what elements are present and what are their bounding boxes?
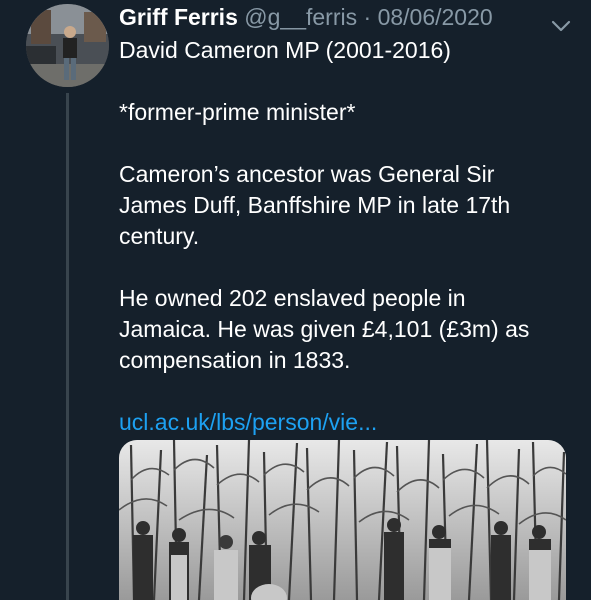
tweet-paragraph: *former-prime minister* <box>119 97 579 128</box>
sugarcane-photo <box>119 440 566 600</box>
tweet-line: Cameron’s ancestor was General Sir <box>119 161 495 187</box>
tweet-paragraph: He owned 202 enslaved people in Jamaica.… <box>119 283 579 376</box>
tweet-line: He owned 202 enslaved people in <box>119 285 466 311</box>
tweet-line: century. <box>119 223 200 249</box>
media-image[interactable] <box>119 440 566 600</box>
tweet-line: David Cameron MP (2001-2016) <box>119 37 451 63</box>
tweet-link[interactable]: ucl.ac.uk/lbs/person/vie... <box>119 409 377 435</box>
header-separator: · <box>363 4 372 30</box>
avatar[interactable] <box>26 4 109 87</box>
tweet-line: Jamaica. He was given £4,101 (£3m) as <box>119 316 530 342</box>
tweet-body: David Cameron MP (2001-2016) *former-pri… <box>119 35 579 469</box>
author-name[interactable]: Griff Ferris <box>119 4 238 30</box>
tweet: Griff Ferris @g__ferris · 08/06/2020 Dav… <box>0 0 591 600</box>
avatar-photo <box>26 4 109 87</box>
tweet-line: James Duff, Banffshire MP in late 17th <box>119 192 511 218</box>
chevron-down-icon[interactable] <box>551 10 571 32</box>
tweet-paragraph: David Cameron MP (2001-2016) <box>119 35 579 66</box>
tweet-header: Griff Ferris @g__ferris · 08/06/2020 <box>119 2 571 32</box>
tweet-line: compensation in 1833. <box>119 347 351 373</box>
thread-line <box>66 93 69 600</box>
tweet-line: *former-prime minister* <box>119 99 356 125</box>
tweet-paragraph: Cameron’s ancestor was General Sir James… <box>119 159 579 252</box>
author-handle[interactable]: @g__ferris <box>244 4 357 30</box>
tweet-date[interactable]: 08/06/2020 <box>378 4 493 30</box>
tweet-paragraph: ucl.ac.uk/lbs/person/vie... <box>119 407 579 438</box>
